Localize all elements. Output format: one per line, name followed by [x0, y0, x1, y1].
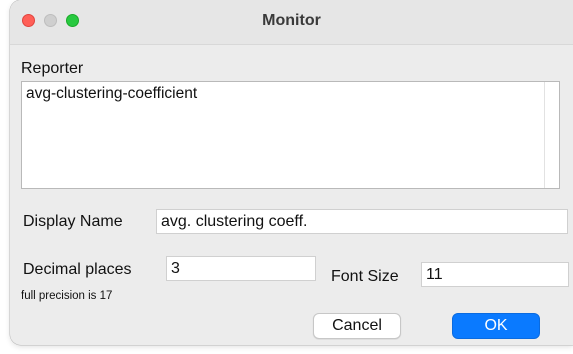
- title-bar[interactable]: Monitor: [10, 0, 573, 45]
- reporter-label: Reporter: [21, 60, 84, 77]
- precision-hint: full precision is 17: [21, 290, 113, 302]
- font-size-field[interactable]: 11: [421, 262, 569, 287]
- display-name-field[interactable]: avg. clustering coeff.: [156, 209, 568, 234]
- ok-button[interactable]: OK: [452, 313, 540, 339]
- monitor-dialog: Monitor Reporter avg-clustering-coeffici…: [10, 0, 573, 345]
- window-title: Monitor: [262, 12, 321, 29]
- cancel-button[interactable]: Cancel: [313, 313, 401, 339]
- font-size-label: Font Size: [331, 268, 399, 285]
- decimal-places-field[interactable]: 3: [166, 256, 316, 281]
- reporter-textarea[interactable]: avg-clustering-coefficient: [21, 81, 560, 189]
- reporter-scrollbar[interactable]: [544, 82, 559, 188]
- reporter-text: avg-clustering-coefficient: [26, 85, 198, 102]
- display-name-label: Display Name: [23, 213, 123, 230]
- decimal-places-label: Decimal places: [23, 261, 132, 278]
